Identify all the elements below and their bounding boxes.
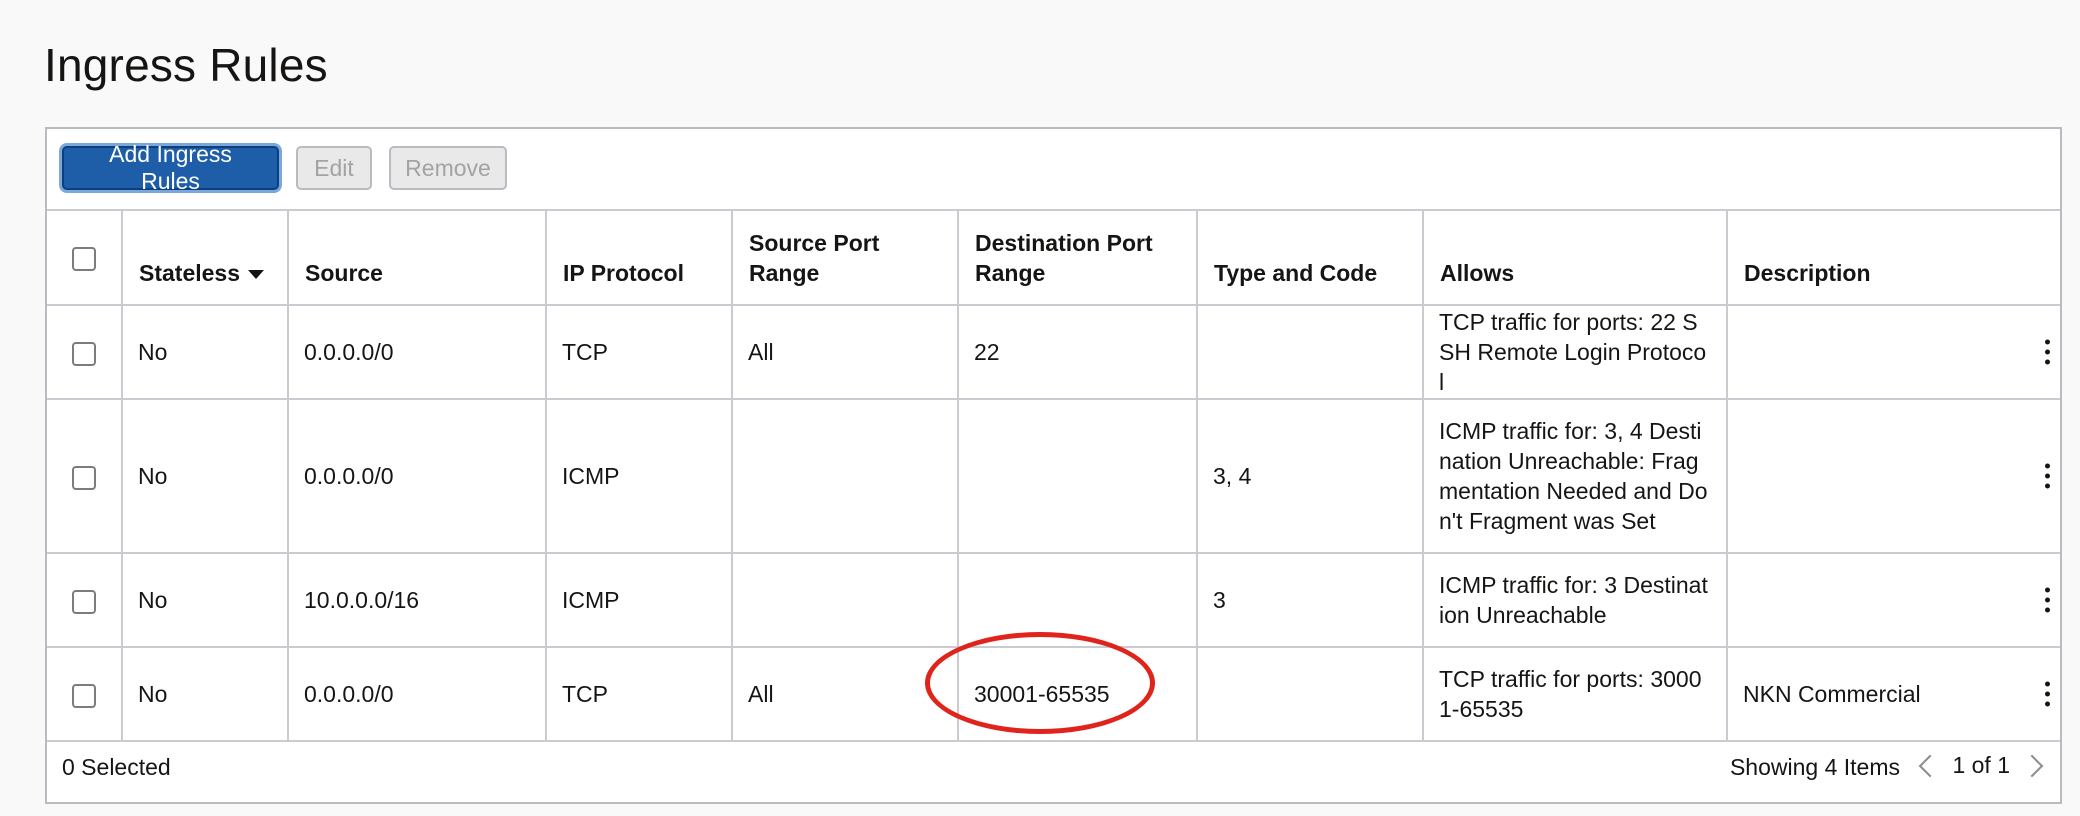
chevron-left-icon[interactable] bbox=[1919, 754, 1942, 777]
items-count: Showing 4 Items bbox=[1729, 754, 1900, 780]
cell-allows: TCP traffic for ports: 22 SSH Remote Log… bbox=[1423, 305, 1728, 400]
cell-source: 0.0.0.0/0 bbox=[288, 647, 547, 742]
cell-destination-port-range: 22 bbox=[958, 305, 1198, 400]
cell-allows: ICMP traffic for: 3, 4 Destination Unrea… bbox=[1423, 399, 1728, 554]
header-source: Source bbox=[288, 211, 547, 306]
row-select-cell bbox=[47, 399, 123, 554]
cell-stateless: No bbox=[122, 399, 289, 554]
cell-type-and-code bbox=[1197, 647, 1424, 742]
cell-ip-protocol: TCP bbox=[546, 305, 733, 400]
edit-button[interactable]: Edit bbox=[296, 146, 372, 190]
row-select-cell bbox=[47, 647, 123, 742]
cell-description bbox=[1727, 305, 2060, 400]
cell-source: 0.0.0.0/0 bbox=[288, 305, 547, 400]
remove-button[interactable]: Remove bbox=[389, 146, 507, 190]
cell-destination-port-range bbox=[958, 399, 1198, 554]
row-checkbox[interactable] bbox=[72, 683, 96, 708]
allows-text: TCP traffic for ports: 22 SSH Remote Log… bbox=[1439, 309, 1707, 395]
cell-allows: ICMP traffic for: 3 Destination Unreacha… bbox=[1423, 553, 1728, 648]
cell-stateless: No bbox=[122, 647, 289, 742]
select-all-checkbox[interactable] bbox=[72, 247, 96, 272]
row-actions-menu-icon[interactable] bbox=[2042, 587, 2052, 613]
table-row[interactable]: No 0.0.0.0/0 TCP All 22 TCP traffic for … bbox=[47, 305, 2060, 400]
row-checkbox[interactable] bbox=[72, 341, 96, 366]
chevron-right-icon[interactable] bbox=[2020, 754, 2044, 777]
row-select-cell bbox=[47, 553, 123, 648]
cell-destination-port-range: 30001-65535 bbox=[958, 647, 1198, 742]
allows-text: ICMP traffic for: 3, 4 Destination Unrea… bbox=[1439, 418, 1708, 534]
cell-type-and-code: 3 bbox=[1197, 553, 1424, 648]
cell-ip-protocol: ICMP bbox=[546, 399, 733, 554]
selected-count: 0 Selected bbox=[62, 754, 171, 780]
header-ip-protocol: IP Protocol bbox=[546, 211, 733, 306]
allows-text: ICMP traffic for: 3 Destination Unreacha… bbox=[1439, 572, 1708, 628]
page-indicator: 1 of 1 bbox=[1952, 752, 2010, 778]
cell-stateless: No bbox=[122, 553, 289, 648]
table-footer: 0 Selected Showing 4 Items 1 of 1 bbox=[47, 738, 2060, 802]
header-type-and-code: Type and Code bbox=[1197, 211, 1424, 306]
page-title: Ingress Rules bbox=[44, 39, 328, 91]
add-ingress-rules-button[interactable]: Add Ingress Rules bbox=[62, 141, 279, 194]
header-stateless-label: Stateless bbox=[139, 260, 241, 286]
row-actions-menu-icon[interactable] bbox=[2042, 681, 2052, 707]
cell-type-and-code: 3, 4 bbox=[1197, 399, 1424, 554]
pagination: 1 of 1 bbox=[1919, 752, 2044, 779]
cell-description: NKN Commercial bbox=[1727, 647, 2060, 742]
header-destination-port-range: Destination Port Range bbox=[958, 211, 1198, 306]
cell-source-port-range bbox=[732, 553, 959, 648]
cell-source-port-range: All bbox=[732, 647, 959, 742]
row-select-cell bbox=[47, 305, 123, 400]
cell-ip-protocol: TCP bbox=[546, 647, 733, 742]
cell-type-and-code bbox=[1197, 305, 1424, 400]
sort-descending-icon[interactable] bbox=[248, 270, 265, 280]
ingress-rules-table: Stateless Source IP Protocol Source Port… bbox=[47, 211, 2060, 742]
row-checkbox[interactable] bbox=[72, 465, 96, 490]
description-text: NKN Commercial bbox=[1743, 681, 1921, 707]
toolbar: Add Ingress Rules Edit Remove bbox=[47, 129, 2060, 211]
header-description: Description bbox=[1727, 211, 2060, 306]
cell-source: 10.0.0.0/16 bbox=[288, 553, 547, 648]
header-allows: Allows bbox=[1423, 211, 1728, 306]
table-row[interactable]: No 10.0.0.0/16 ICMP 3 ICMP traffic for: … bbox=[47, 553, 2060, 648]
cell-description bbox=[1727, 553, 2060, 648]
cell-description bbox=[1727, 399, 2060, 554]
header-source-port-range: Source Port Range bbox=[732, 211, 959, 306]
cell-allows: TCP traffic for ports: 30001-65535 bbox=[1423, 647, 1728, 742]
cell-source-port-range bbox=[732, 399, 959, 554]
cell-stateless: No bbox=[122, 305, 289, 400]
row-actions-menu-icon[interactable] bbox=[2042, 463, 2052, 489]
ingress-rules-panel: Add Ingress Rules Edit Remove Stateless … bbox=[45, 127, 2062, 804]
allows-text: TCP traffic for ports: 30001-65535 bbox=[1439, 666, 1702, 722]
table-row[interactable]: No 0.0.0.0/0 TCP All 30001-65535 TCP tra… bbox=[47, 647, 2060, 742]
cell-source-port-range: All bbox=[732, 305, 959, 400]
table-row[interactable]: No 0.0.0.0/0 ICMP 3, 4 ICMP traffic for:… bbox=[47, 399, 2060, 554]
row-actions-menu-icon[interactable] bbox=[2042, 339, 2052, 365]
table-header-row: Stateless Source IP Protocol Source Port… bbox=[47, 211, 2060, 306]
cell-ip-protocol: ICMP bbox=[546, 553, 733, 648]
cell-destination-port-range bbox=[958, 553, 1198, 648]
row-checkbox[interactable] bbox=[72, 589, 96, 614]
cell-source: 0.0.0.0/0 bbox=[288, 399, 547, 554]
select-all-cell bbox=[47, 211, 123, 306]
header-stateless[interactable]: Stateless bbox=[122, 211, 289, 306]
